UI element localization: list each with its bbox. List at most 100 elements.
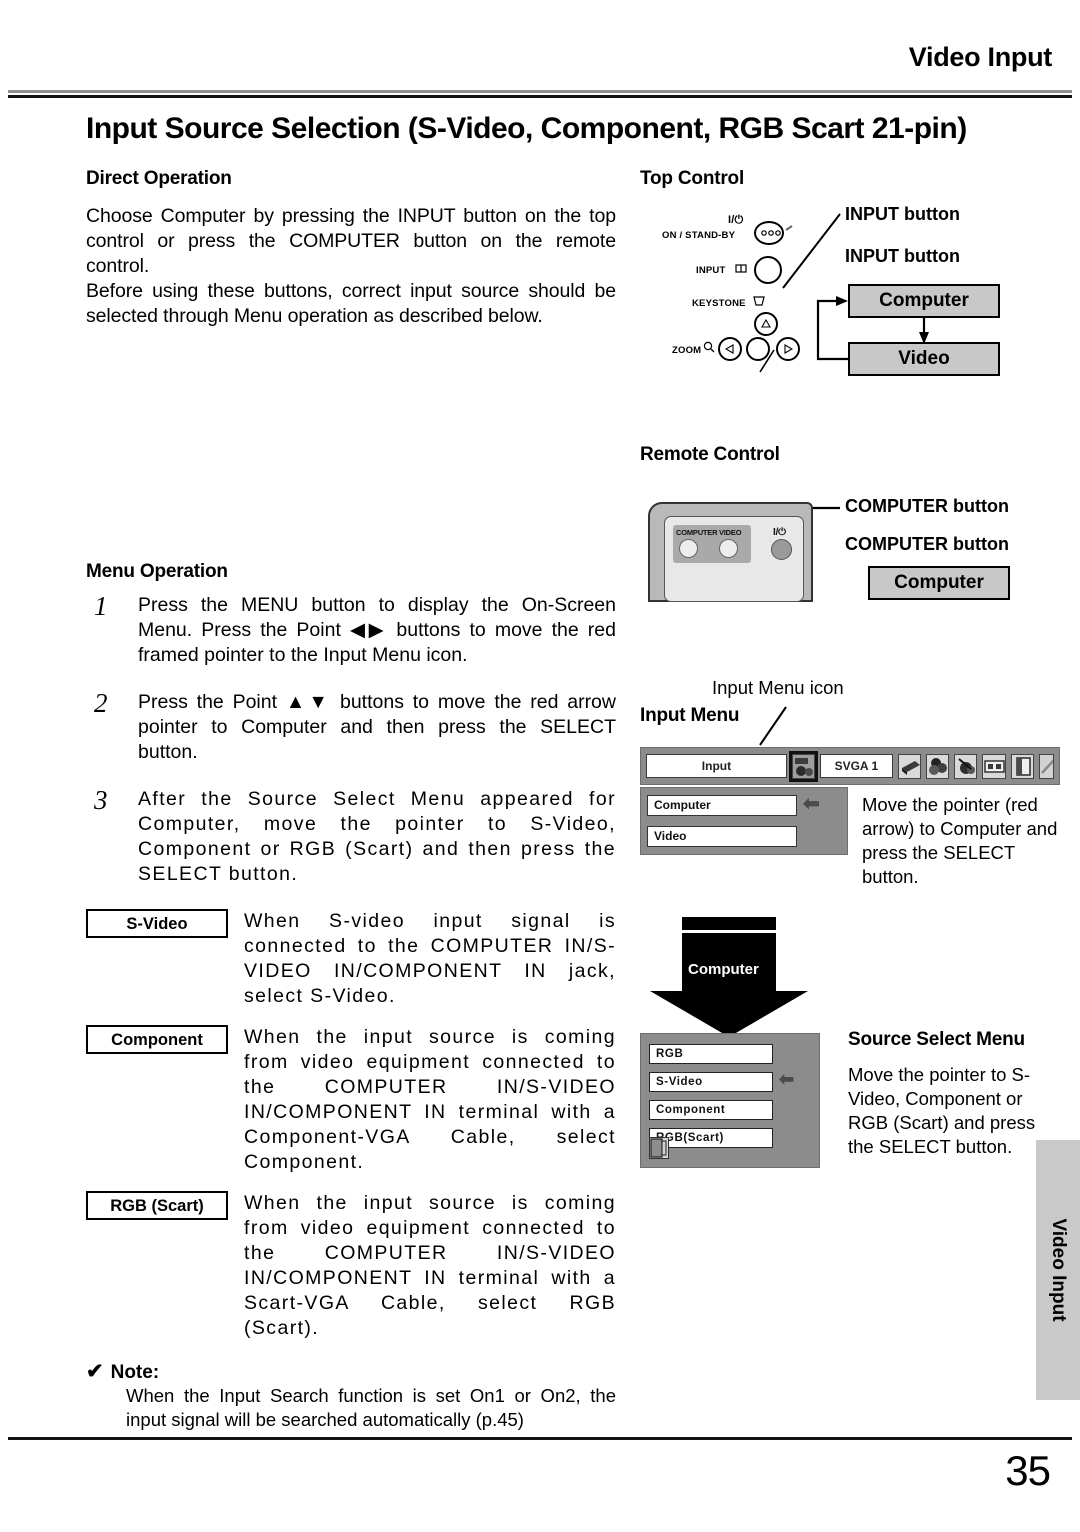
check-icon: ✔: [86, 1360, 104, 1383]
running-head: Video Input: [908, 42, 1053, 72]
input-menu-icon[interactable]: [788, 750, 819, 782]
menu-step-3: 3 After the Source Select Menu appeared …: [86, 785, 616, 887]
source-select-figure: Computer RGB S-Video ⬅ Component RGB(Sca…: [640, 917, 1060, 1168]
remote-video-label: VIDEO: [719, 528, 742, 537]
partial-icon[interactable]: [1039, 753, 1055, 779]
right-column: Top Control INPUT button INPUT button I/…: [640, 168, 1060, 1168]
page-number: 35: [1005, 1447, 1051, 1494]
input-button[interactable]: [754, 256, 782, 284]
remote-computer-button[interactable]: [679, 539, 698, 558]
menu-step-1-number: 1: [94, 591, 108, 621]
remote-computer-label: COMPUTER: [676, 528, 718, 537]
osd-menu-bar: Input SVGA 1: [640, 747, 1060, 785]
page-header: Video Input: [0, 42, 1080, 98]
top-control-panel-drawing: I/⏻ ON / STAND-BY INPUT KEYSTONE ZOOM: [662, 214, 810, 370]
footer-rule: [8, 1437, 1072, 1440]
screen-size-icon[interactable]: [982, 753, 1006, 779]
top-control-callout-1: INPUT button: [845, 204, 960, 224]
direct-operation-paragraph-2: Before using these buttons, correct inpu…: [86, 280, 616, 327]
partial-glyph-icon: [1040, 754, 1054, 778]
remote-callout-1: COMPUTER button: [845, 496, 1009, 516]
remote-control-heading: Remote Control: [640, 444, 780, 465]
menu-step-1: 1 Press the MENU button to display the O…: [86, 591, 616, 668]
pc-adjust-icon[interactable]: [897, 753, 921, 779]
remote-body-drawing: COMPUTER VIDEO I/⏻: [648, 502, 813, 602]
menu-step-2-text: Press the Point ▲▼ buttons to move the r…: [138, 691, 616, 763]
keystone-icon: [753, 296, 765, 306]
monitor-glyph-icon: [898, 754, 920, 778]
color-balls-wand-glyph-icon: [955, 754, 977, 778]
side-tab-label: Video Input: [1048, 1218, 1069, 1322]
osd-item-video[interactable]: Video: [647, 826, 797, 847]
osd-item-computer[interactable]: Computer: [647, 795, 797, 816]
power-symbol-label: I/⏻: [728, 214, 744, 226]
zoom-label: ZOOM: [672, 345, 702, 356]
header-rule-black: [8, 95, 1072, 98]
select-button[interactable]: [746, 337, 770, 361]
page-title: Input Source Selection (S-Video, Compone…: [86, 112, 967, 145]
note-heading-row: ✔ Note:: [86, 1359, 616, 1384]
color-balls-glyph-icon: [926, 754, 949, 778]
tag-component: Component: [86, 1025, 228, 1054]
source-select-heading: Source Select Menu: [848, 1029, 1025, 1050]
source-item-s-video[interactable]: S-Video: [649, 1072, 773, 1092]
source-select-caption: Move the pointer to S-Video, Component o…: [848, 1064, 1036, 1157]
remote-flow-box-computer: Computer: [868, 566, 1010, 600]
keystone-label: KEYSTONE: [692, 298, 746, 309]
note-heading: Note:: [110, 1362, 160, 1383]
triangle-left-icon: [725, 344, 734, 354]
magnifier-icon: [703, 341, 715, 353]
image-select-icon[interactable]: [925, 753, 950, 779]
menu-step-2: 2 Press the Point ▲▼ buttons to move the…: [86, 688, 616, 765]
flow-box-computer: Computer: [848, 284, 1000, 318]
book-glyph-icon: [1011, 754, 1034, 778]
image-adjust-icon[interactable]: [954, 753, 978, 779]
source-entry-rgb-scart: RGB (Scart) When the input source is com…: [86, 1191, 616, 1341]
screen-glyph-icon: [983, 754, 1005, 778]
source-entry-component: Component When the input source is comin…: [86, 1025, 616, 1175]
side-tab-video-input: Video Input: [1036, 1140, 1080, 1400]
arrow-top-bar: [682, 917, 776, 930]
menu-step-1-text: Press the MENU button to display the On-…: [138, 594, 616, 666]
remote-video-button[interactable]: [719, 539, 738, 558]
input-menu-figure: Input Menu icon Input Menu Input SVGA 1: [640, 677, 1060, 911]
source-item-component[interactable]: Component: [649, 1100, 773, 1120]
header-rule-gray: [8, 90, 1072, 93]
input-jack-icon: [735, 264, 747, 273]
direct-operation-heading: Direct Operation: [86, 168, 232, 189]
quit-icon[interactable]: [649, 1137, 669, 1159]
menu-step-3-number: 3: [94, 785, 108, 815]
remote-callout-2: COMPUTER button: [845, 534, 1009, 554]
source-red-arrow-icon: ⬅: [779, 1069, 795, 1089]
menu-operation-heading: Menu Operation: [86, 561, 228, 582]
input-menu-icon-callout: Input Menu icon: [712, 677, 844, 698]
remote-control-figure: COMPUTER button COMPUTER button Computer…: [640, 470, 1060, 605]
osd-input-list: Computer ⬅ Video: [640, 787, 848, 855]
source-select-panel: RGB S-Video ⬅ Component RGB(Scart): [640, 1033, 820, 1168]
note-block: ✔ Note: When the Input Search function is…: [86, 1359, 616, 1432]
input-menu-heading: Input Menu: [640, 705, 740, 726]
input-label: INPUT: [696, 265, 726, 276]
osd-red-arrow-icon: ⬅: [803, 793, 820, 815]
power-led-dots-icon: [761, 230, 781, 236]
remote-power-button[interactable]: [771, 539, 792, 560]
osd-title-field: Input: [646, 754, 787, 778]
source-entry-s-video: S-Video When S-video input signal is con…: [86, 909, 616, 1009]
osd-source-select: RGB S-Video ⬅ Component RGB(Scart) Sourc…: [640, 1029, 1060, 1173]
arrow-label-computer: Computer: [688, 961, 759, 978]
source-text-rgb-scart: When the input source is coming from vid…: [244, 1192, 616, 1339]
source-item-rgb[interactable]: RGB: [649, 1044, 773, 1064]
triangle-up-icon: [761, 319, 771, 328]
setting-icon[interactable]: [1010, 753, 1035, 779]
flow-box-video: Video: [848, 342, 1000, 376]
tag-rgb-scart: RGB (Scart): [86, 1191, 228, 1220]
triangle-right-icon: [784, 344, 793, 354]
top-control-heading: Top Control: [640, 168, 745, 189]
remote-power-label: I/⏻: [773, 527, 786, 538]
top-control-figure: INPUT button INPUT button I/⏻ ON / STAND…: [640, 192, 1060, 402]
top-control-callout-2: INPUT button: [845, 246, 960, 266]
osd-input-menu: Input SVGA 1 Computer ⬅ Video Move the p…: [640, 747, 1060, 887]
osd-mode-field: SVGA 1: [820, 754, 893, 778]
source-text-s-video: When S-video input signal is connected t…: [244, 910, 616, 1007]
input-source-glyph-icon: [792, 754, 815, 778]
